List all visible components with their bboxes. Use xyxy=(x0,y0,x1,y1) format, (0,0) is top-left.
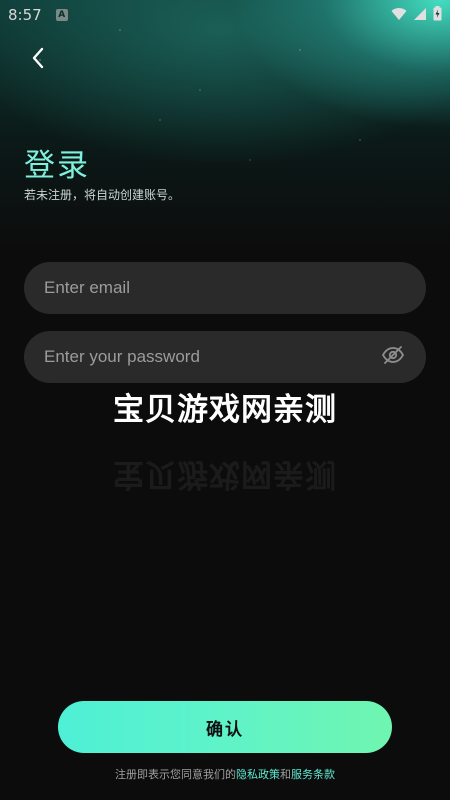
password-visibility-toggle[interactable] xyxy=(380,344,406,370)
watermark-reflection: 宝贝游戏网亲测 xyxy=(113,456,337,492)
status-time: 8:57 xyxy=(8,6,42,24)
battery-charging-icon xyxy=(433,5,442,25)
agreement-joiner: 和 xyxy=(280,768,291,781)
password-field[interactable] xyxy=(24,331,426,383)
agreement-text: 注册即表示您同意我们的隐私政策和服务条款 xyxy=(0,766,450,782)
terms-of-service-link[interactable]: 服务条款 xyxy=(291,768,335,781)
status-icons xyxy=(391,5,442,25)
password-input[interactable] xyxy=(44,347,380,367)
privacy-policy-link[interactable]: 隐私政策 xyxy=(236,768,280,781)
agreement-prefix: 注册即表示您同意我们的 xyxy=(115,768,236,781)
header-background xyxy=(0,0,450,250)
back-button[interactable] xyxy=(24,46,52,74)
status-bar: 8:57 A xyxy=(0,0,450,30)
email-field[interactable] xyxy=(24,262,426,314)
chevron-left-icon xyxy=(31,47,45,73)
cell-signal-icon xyxy=(413,6,427,25)
watermark: 宝贝游戏网亲测 xyxy=(113,392,337,428)
email-input[interactable] xyxy=(44,278,406,298)
page-title: 登录 xyxy=(24,148,90,184)
page-subtitle: 若未注册，将自动创建账号。 xyxy=(24,188,181,202)
wifi-icon xyxy=(391,6,407,25)
confirm-button[interactable]: 确认 xyxy=(58,701,392,753)
notification-app-icon: A xyxy=(55,9,68,21)
eye-off-icon xyxy=(381,345,405,369)
